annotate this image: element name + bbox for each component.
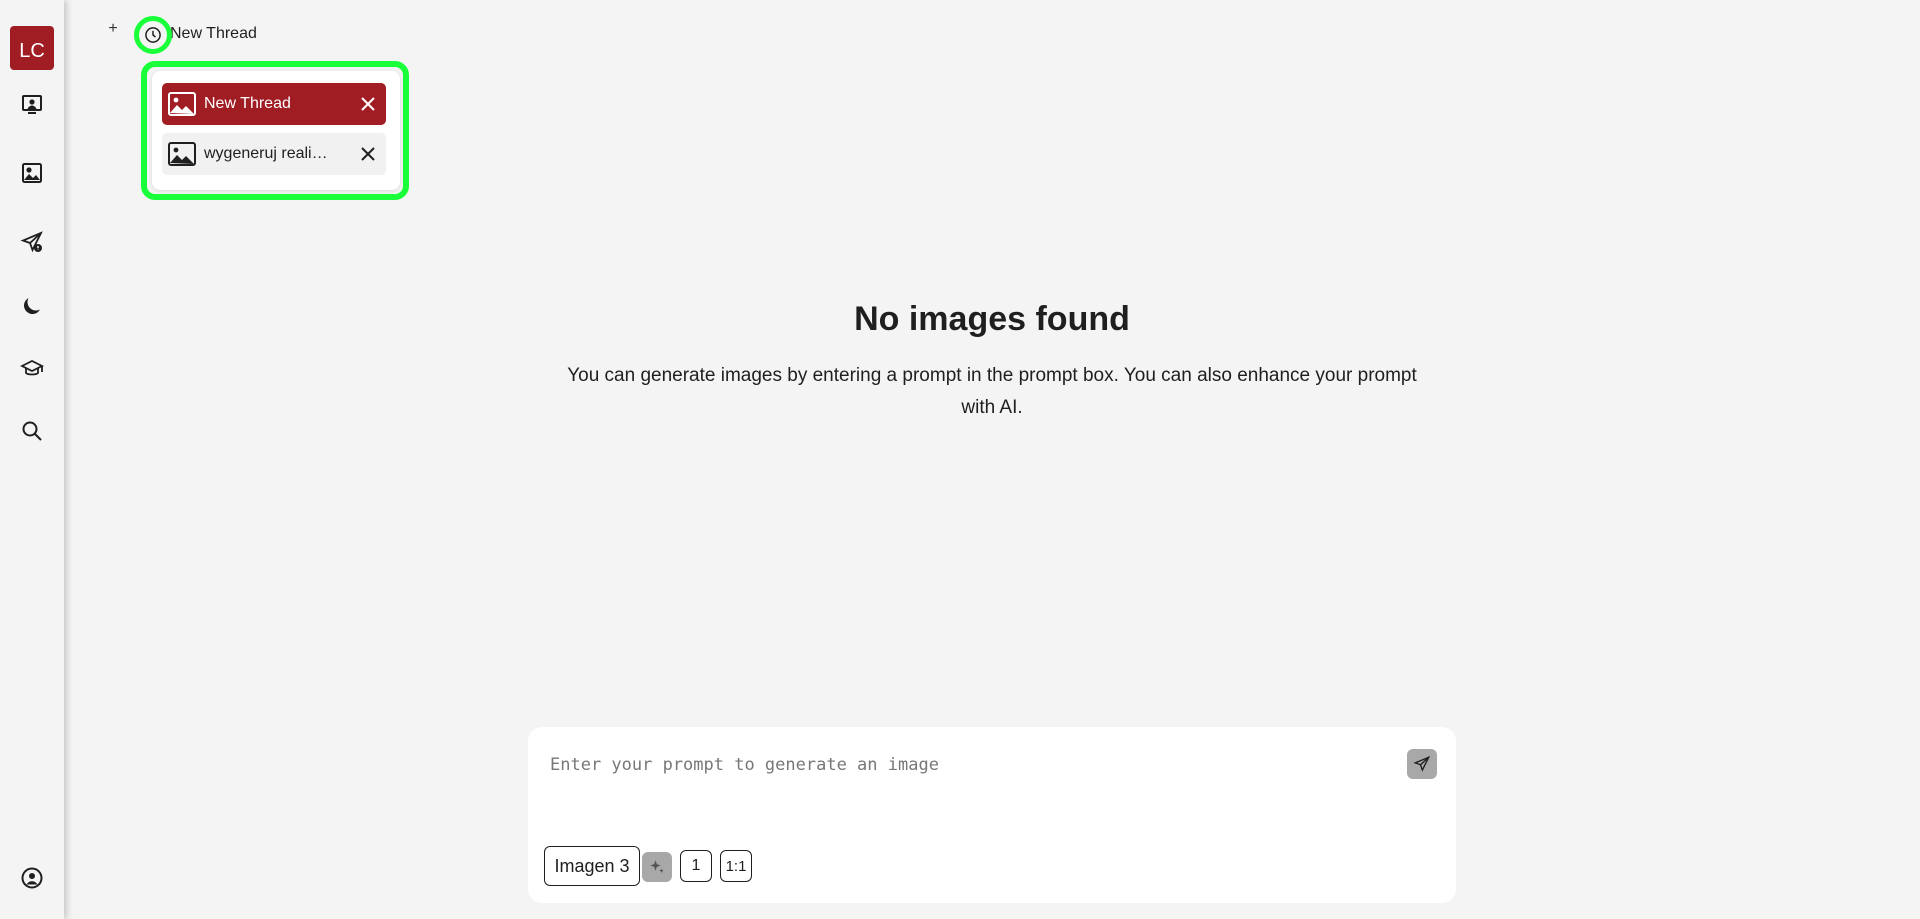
- clock-icon: [145, 27, 161, 43]
- portrait-icon[interactable]: [16, 88, 48, 120]
- current-thread-title: New Thread: [170, 25, 257, 42]
- thread-item-new-thread[interactable]: New Thread: [162, 83, 386, 125]
- new-thread-button[interactable]: +: [106, 20, 120, 37]
- thread-item-label: New Thread: [204, 95, 291, 112]
- image-count-value: 1: [691, 857, 701, 874]
- thread-list-dropdown: New Thread wygeneruj reali…: [152, 71, 400, 190]
- close-icon[interactable]: [356, 142, 380, 166]
- empty-state-description: You can generate images by entering a pr…: [567, 365, 1417, 418]
- image-icon[interactable]: [16, 157, 48, 189]
- account-circle-icon[interactable]: [16, 862, 48, 894]
- prompt-input[interactable]: [550, 751, 1370, 779]
- image-count-selector[interactable]: 1: [680, 850, 712, 882]
- send-alert-icon[interactable]: [16, 226, 48, 258]
- thread-item-label: wygeneruj reali…: [204, 145, 328, 162]
- close-icon[interactable]: [356, 92, 380, 116]
- sparkle-icon: [650, 860, 664, 873]
- graduation-cap-icon[interactable]: [16, 353, 48, 385]
- model-label: Imagen 3: [554, 855, 630, 876]
- aspect-ratio-value: 1:1: [725, 857, 747, 875]
- model-selector[interactable]: Imagen 3: [544, 846, 640, 886]
- send-icon: [1413, 755, 1431, 772]
- left-rail: LC: [0, 0, 64, 919]
- thread-history-button[interactable]: [134, 16, 172, 54]
- moon-icon[interactable]: [16, 290, 48, 322]
- thread-item-wygeneruj[interactable]: wygeneruj reali…: [162, 133, 386, 175]
- prompt-box: Imagen 3 1 1:1: [528, 727, 1456, 903]
- aspect-ratio-selector[interactable]: 1:1: [720, 850, 752, 882]
- search-icon[interactable]: [16, 415, 48, 447]
- empty-state-title: No images found: [854, 300, 1130, 338]
- user-initials: LC: [19, 39, 45, 62]
- image-icon: [168, 142, 196, 166]
- user-avatar[interactable]: LC: [10, 26, 54, 70]
- image-icon: [168, 92, 196, 116]
- plus-icon: +: [108, 20, 118, 37]
- send-button[interactable]: [1407, 749, 1437, 779]
- enhance-prompt-button[interactable]: [642, 852, 672, 882]
